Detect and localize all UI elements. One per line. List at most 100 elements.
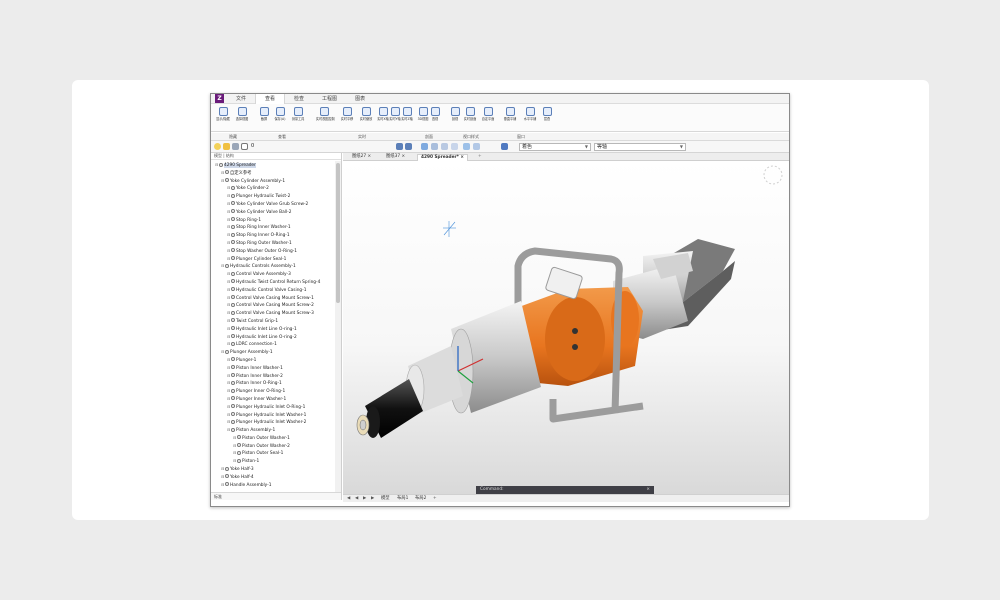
tree-node[interactable]: ⊟ 4290 Spreader <box>211 161 334 169</box>
tree-node[interactable]: ⊟ Hydraulic Controls Assembly-1 <box>211 262 334 270</box>
color-swatch-icon[interactable] <box>241 143 248 150</box>
tree-scrollbar[interactable] <box>335 161 341 492</box>
nav-last-icon[interactable]: ▶ <box>371 495 374 503</box>
tree-node[interactable]: ⊟ Hydraulic Twist Control Return Spring-4 <box>211 278 334 286</box>
visual-style-select[interactable]: 着色 ▼ <box>519 143 591 151</box>
doc-tab-active[interactable]: 4290 Spreader* × <box>417 154 469 161</box>
status-tab-layout2[interactable]: 布局2 <box>415 495 426 503</box>
sun-icon[interactable] <box>223 143 230 150</box>
tree-node[interactable]: ⊟ Hydraulic Inlet Line O-ring-1 <box>211 325 334 333</box>
tree-node[interactable]: ⊟ Yoke Cylinder Assembly-1 <box>211 177 334 185</box>
tree-node[interactable]: ⊟ Piston Outer Washer-1 <box>211 434 334 442</box>
undo-icon[interactable] <box>396 143 403 150</box>
doc-tab-2[interactable]: 图纸37 × <box>383 154 408 161</box>
add-layout-icon[interactable]: + <box>433 495 437 503</box>
ribbon-realtime-section-button[interactable]: 实时剖面 <box>461 107 479 122</box>
tree-node[interactable]: ⊟ Control Valve Casing Mount Screw-2 <box>211 301 334 309</box>
tree-node[interactable]: ⊟ Plunger Cylinder Seal-1 <box>211 255 334 263</box>
tree-node[interactable]: ⊟ Hydraulic Control Valve Casing-1 <box>211 286 334 294</box>
panel-footer[interactable]: 标准 <box>211 492 341 500</box>
ribbon-measure-button[interactable]: 测量工具 <box>289 107 307 122</box>
tree-node[interactable]: ⊟ Handle Assembly-1 <box>211 481 334 489</box>
tree-node[interactable]: ⊟ Control Valve Assembly-3 <box>211 270 334 278</box>
status-tab-model[interactable]: 模型 <box>381 495 390 503</box>
tree-node[interactable]: ⊟ Piston Outer Seal-1 <box>211 449 334 457</box>
redo-icon[interactable] <box>405 143 412 150</box>
tree-node[interactable]: ⊟ Plunger Hydraulic Inlet O-Ring-1 <box>211 403 334 411</box>
menu-tab-file[interactable]: 文件 <box>227 94 255 104</box>
tree-node[interactable]: ⊟ Stop Ring Outer Washer-1 <box>211 239 334 247</box>
grid-icon[interactable] <box>501 143 508 150</box>
tree-node[interactable]: ⊟ Plunger Hydraulic Inlet Washer-1 <box>211 411 334 419</box>
wireframe-icon[interactable] <box>473 143 480 150</box>
close-icon[interactable]: × <box>460 155 464 160</box>
tree-node[interactable]: ⊟ Yoke Half-4 <box>211 473 334 481</box>
3d-viewport[interactable] <box>343 161 789 494</box>
ribbon-perspective-button[interactable]: 透视 <box>426 107 444 122</box>
lightbulb-icon[interactable] <box>214 143 221 150</box>
doc-tab-1[interactable]: 图纸27 × <box>349 154 374 161</box>
tree-node[interactable]: ⊟ Control Valve Casing Mount Screw-1 <box>211 294 334 302</box>
render-icon[interactable] <box>463 143 470 150</box>
app-logo-icon[interactable]: Z <box>215 94 224 103</box>
menu-tab-drawing[interactable]: 工程图 <box>313 94 346 104</box>
tree-node[interactable]: ⊟ Stop Ring Inner Washer-1 <box>211 223 334 231</box>
view-top-icon[interactable] <box>441 143 448 150</box>
ribbon-custom-plane-button[interactable]: 自定平面 <box>479 107 497 122</box>
nav-next-icon[interactable]: ▶ <box>363 495 366 503</box>
tree-node[interactable]: ⊟ Piston-1 <box>211 457 334 465</box>
close-icon[interactable]: × <box>646 486 650 494</box>
close-icon[interactable]: × <box>367 154 371 159</box>
tree-node[interactable]: ⊟ Twist Control Grip-1 <box>211 317 334 325</box>
tree-node[interactable]: ⊟ Plunger Hydraulic Inlet Washer-2 <box>211 418 334 426</box>
tree-node[interactable]: ⊟ Control Valve Casing Mount Screw-3 <box>211 309 334 317</box>
tree-node[interactable]: ⊟ Yoke Half-3 <box>211 465 334 473</box>
tree-node[interactable]: ⊟ 自定义参考 <box>211 169 334 177</box>
ribbon-save-button[interactable]: 保存(A) <box>271 107 289 122</box>
command-line[interactable]: Command: × <box>476 486 654 494</box>
tree-node[interactable]: ⊟ Piston Inner O-Ring-1 <box>211 379 334 387</box>
ribbon-cascade-button[interactable]: 层叠 <box>538 107 556 122</box>
close-icon[interactable]: × <box>401 154 405 159</box>
tree-node[interactable]: ⊟ Stop Ring Inner O-Ring-1 <box>211 231 334 239</box>
view-side-icon[interactable] <box>451 143 458 150</box>
tree-node[interactable]: ⊟ Plunger Inner O-Ring-1 <box>211 387 334 395</box>
tree-node[interactable]: ⊟ Hydraulic Inlet Line O-ring-2 <box>211 333 334 341</box>
ribbon-select-view-button[interactable]: 选择视图 <box>233 107 251 122</box>
tree-node[interactable]: ⊟ Plunger Hydraulic Twist-2 <box>211 192 334 200</box>
nav-first-icon[interactable]: ◀ <box>347 495 350 503</box>
view-cube-compass[interactable] <box>763 165 783 185</box>
tree-node[interactable]: ⊟ Yoke Cylinder Valve Grub Screw-2 <box>211 200 334 208</box>
tree-node[interactable]: ⊟ Stop Washer Outer O-Ring-1 <box>211 247 334 255</box>
view-front-icon[interactable] <box>431 143 438 150</box>
ribbon-tile-horizontal-button[interactable]: 水平平铺 <box>521 107 539 122</box>
menu-tab-chart[interactable]: 图表 <box>346 94 374 104</box>
ribbon-pan-button[interactable]: 实时平移 <box>338 107 356 122</box>
tree-node[interactable]: ⊟ Plunger-1 <box>211 356 334 364</box>
tree-node[interactable]: ⊟ Yoke Cylinder Valve Ball-2 <box>211 208 334 216</box>
status-tab-layout1[interactable]: 布局1 <box>397 495 408 503</box>
tree-node[interactable]: ⊟ Piston Outer Washer-2 <box>211 442 334 450</box>
nav-prev-icon[interactable]: ◀ <box>355 495 358 503</box>
tree-node[interactable]: ⊟ Plunger Inner Washer-1 <box>211 395 334 403</box>
tree-node[interactable]: ⊟ Yoke Cylinder-2 <box>211 184 334 192</box>
tree-node[interactable]: ⊟ LDRC connection-1 <box>211 340 334 348</box>
ribbon-realtime-view-button[interactable]: 实时视图控制 <box>315 107 335 122</box>
ribbon-tile-vertical-button[interactable]: 垂直平铺 <box>501 107 519 122</box>
part-icon <box>231 373 235 378</box>
view-preset-select[interactable]: 等轴 ▼ <box>594 143 686 151</box>
lock-icon[interactable] <box>232 143 239 150</box>
ribbon-zoom-button[interactable]: 实时缩放 <box>357 107 375 122</box>
menu-tab-view[interactable]: 查看 <box>255 94 286 104</box>
tree-node[interactable]: ⊟ Piston Inner Washer-2 <box>211 372 334 380</box>
menu-tab-inspect[interactable]: 检查 <box>285 94 313 104</box>
tree-node[interactable]: ⊟ Piston Inner Washer-1 <box>211 364 334 372</box>
new-tab-icon[interactable]: + <box>475 154 485 161</box>
tree-node[interactable]: ⊟ Stop Ring-1 <box>211 216 334 224</box>
ribbon-show-hide-button[interactable]: 显示/隐藏 <box>214 107 232 122</box>
tree-node[interactable]: ⊟ Plunger Assembly-1 <box>211 348 334 356</box>
tree-node[interactable]: ⊟ Piston Assembly-1 <box>211 426 334 434</box>
scrollbar-thumb[interactable] <box>336 163 340 303</box>
view-cube-icon[interactable] <box>421 143 428 150</box>
layer-value[interactable]: 0 <box>251 143 254 149</box>
